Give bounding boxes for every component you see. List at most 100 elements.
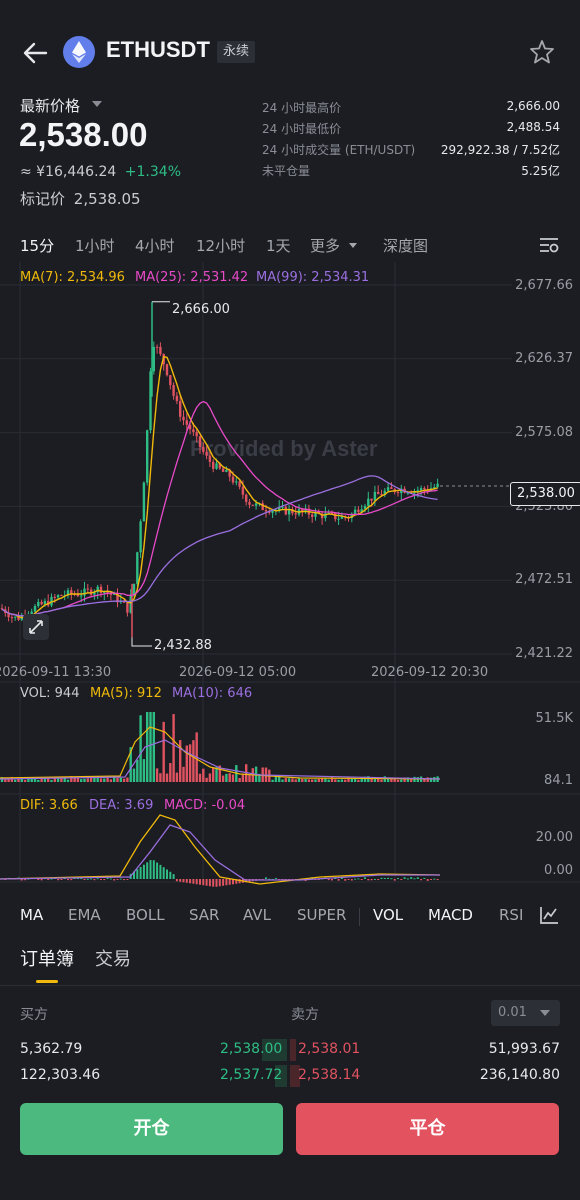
ind-rsi[interactable]: RSI: [499, 906, 523, 924]
tab-12h[interactable]: 12小时: [196, 235, 245, 256]
candle-body: [334, 513, 337, 520]
macd-bar: [436, 879, 439, 880]
macd-bar: [274, 877, 277, 879]
back-arrow-icon[interactable]: [18, 36, 52, 70]
orderbook-row[interactable]: 5,362.79 2,538.00 2,538.01 51,993.67: [0, 1038, 580, 1062]
candle-body: [146, 430, 149, 483]
tab-4h[interactable]: 4小时: [135, 235, 175, 256]
candle-body: [208, 455, 212, 462]
stat-low-label: 24 小时最低价: [262, 122, 342, 136]
macd-bar: [90, 878, 93, 880]
volume-bar: [221, 775, 225, 782]
macd-bar: [192, 879, 195, 884]
volume-bar: [248, 775, 251, 782]
macd-bar: [423, 877, 426, 879]
macd-y-tick: 20.00: [535, 830, 573, 845]
ma25-line: [1, 400, 438, 617]
dea-legend: DEA: 3.69: [89, 798, 154, 813]
candle-body: [159, 346, 162, 355]
candle-body: [165, 364, 169, 376]
tab-more[interactable]: 更多: [310, 235, 340, 256]
indicator-divider: [359, 908, 360, 926]
candlestick-chart[interactable]: Provided by Aster MA(7): 2,534.96 MA(25)…: [0, 262, 580, 892]
macd-bar: [377, 879, 380, 880]
favorite-star-icon[interactable]: [528, 38, 556, 66]
stat-volume-label: 24 小时成交量 (ETH/USDT): [262, 143, 416, 157]
tab-trades[interactable]: 交易: [95, 945, 131, 971]
candle-body: [248, 501, 251, 505]
indicator-settings-icon[interactable]: [538, 904, 560, 926]
candle-body: [192, 429, 195, 433]
candle-body: [221, 468, 225, 472]
stat-low-value: 2,488.54: [506, 120, 560, 134]
x-tick-label: 2026-09-12 20:30: [371, 665, 489, 680]
macd-bar: [426, 879, 429, 881]
volume-bar: [20, 778, 23, 782]
y-tick-label: 2,626.37: [515, 351, 573, 366]
tab-1h[interactable]: 1小时: [75, 235, 115, 256]
tab-15m[interactable]: 15分: [20, 235, 54, 256]
ind-super[interactable]: SUPER: [297, 906, 346, 924]
candle-body: [353, 509, 357, 514]
macd-bar: [430, 879, 432, 880]
expand-icon[interactable]: [23, 614, 49, 640]
sell-depth-bar: [290, 1039, 296, 1061]
volume-bar: [132, 768, 136, 782]
precision-select[interactable]: 0.01: [491, 1000, 560, 1026]
volume-bar: [122, 778, 126, 782]
macd-bar: [331, 879, 333, 881]
volume-bar: [307, 779, 311, 782]
candle-body: [155, 346, 159, 348]
close-position-button[interactable]: 平仓: [296, 1103, 559, 1155]
open-position-button[interactable]: 开仓: [20, 1103, 283, 1155]
volume-bar: [304, 779, 307, 782]
macd-bar: [383, 877, 386, 879]
macd-bar: [179, 879, 182, 882]
ind-boll[interactable]: BOLL: [126, 906, 165, 924]
indicator-bar: MA EMA BOLL SAR AVL SUPER VOL MACD RSI: [0, 902, 580, 930]
candle-body: [80, 595, 83, 597]
ind-ma[interactable]: MA: [20, 906, 43, 924]
candle-body: [373, 491, 377, 501]
chevron-down-icon[interactable]: [92, 101, 102, 107]
ind-macd[interactable]: MACD: [428, 906, 473, 924]
macd-bar: [47, 879, 50, 880]
latest-price-label[interactable]: 最新价格: [20, 95, 80, 116]
ind-sar[interactable]: SAR: [189, 906, 219, 924]
macd-bar: [67, 879, 69, 881]
volume-bar: [175, 772, 179, 782]
candle-body: [175, 395, 179, 402]
macd-bar: [60, 879, 63, 880]
volume-bar: [185, 745, 188, 782]
macd-bar: [189, 879, 192, 884]
chart-settings-icon[interactable]: [538, 234, 560, 256]
ind-avl[interactable]: AVL: [243, 906, 271, 924]
symbol-title[interactable]: ETHUSDT: [106, 37, 210, 63]
macd-bar: [406, 878, 409, 880]
tab-depth[interactable]: 深度图: [383, 235, 428, 256]
macd-bar: [205, 879, 208, 886]
macd-bar: [116, 879, 119, 880]
ind-ema[interactable]: EMA: [68, 906, 101, 924]
macd-bar: [195, 879, 198, 885]
macd-bar: [159, 864, 162, 879]
candle-body: [136, 552, 139, 584]
volume-bar: [37, 779, 40, 782]
timeframe-bar: 15分 1小时 4小时 12小时 1天 更多 深度图: [0, 230, 580, 260]
tab-1d[interactable]: 1天: [266, 235, 291, 256]
volume-bar: [314, 779, 317, 782]
volume-bar: [80, 779, 83, 782]
candle-body: [43, 600, 47, 605]
volume-bar: [152, 712, 155, 782]
candle-body: [60, 595, 63, 597]
stat-high-value: 2,666.00: [506, 99, 560, 113]
orderbook-row[interactable]: 122,303.46 2,537.72 2,538.14 236,140.80: [0, 1064, 580, 1088]
chevron-down-icon: [540, 1010, 550, 1016]
volume-bar: [410, 779, 413, 782]
candle-body: [370, 498, 373, 501]
tab-orderbook[interactable]: 订单簿: [20, 945, 74, 971]
candle-body: [99, 586, 103, 593]
macd-bar: [119, 878, 122, 880]
chart-canvas[interactable]: Provided by Aster: [0, 262, 580, 892]
ind-vol[interactable]: VOL: [373, 906, 403, 924]
